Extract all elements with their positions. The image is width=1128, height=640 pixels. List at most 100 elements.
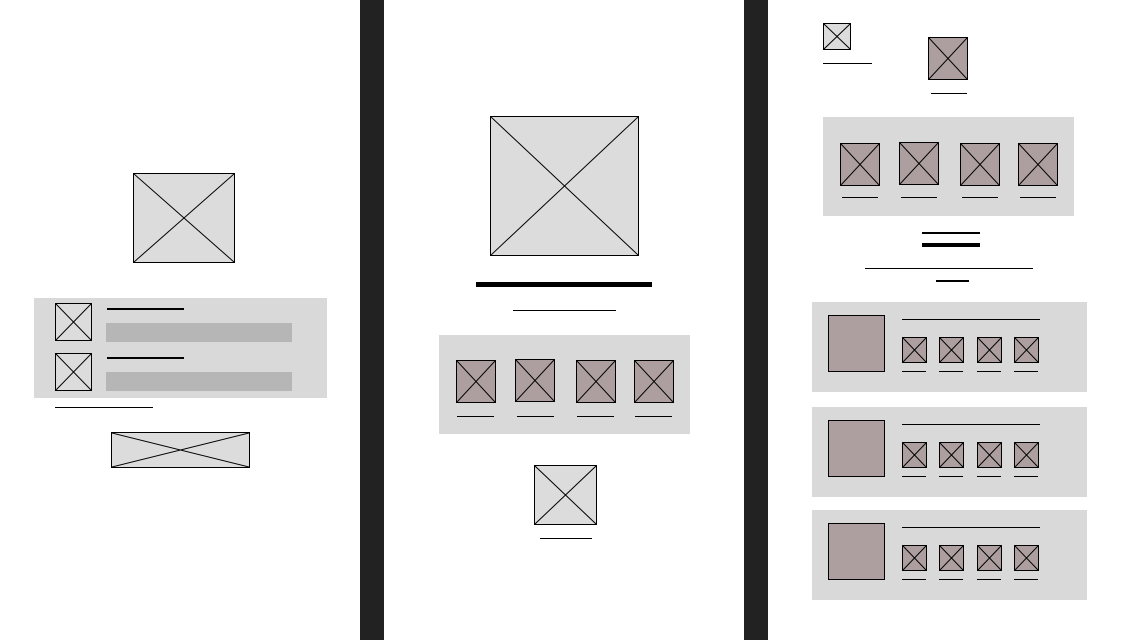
- image-placeholder-icon: [535, 466, 596, 524]
- product-card[interactable]: [812, 510, 1087, 600]
- image-placeholder-icon: [929, 38, 967, 79]
- gallery-caption-line: [842, 197, 878, 198]
- subtitle-line: [513, 310, 616, 311]
- product-title-line: [902, 527, 1040, 528]
- image-placeholder-icon: [940, 443, 963, 467]
- hero-image-placeholder[interactable]: [490, 116, 639, 256]
- list-row-input-field[interactable]: [106, 323, 292, 342]
- product-image: [828, 420, 885, 477]
- image-placeholder-icon: [903, 443, 926, 467]
- product-variant-caption-line: [939, 579, 963, 580]
- gallery-thumbnail[interactable]: [960, 143, 1000, 186]
- product-variant-thumbnail[interactable]: [977, 442, 1002, 468]
- product-card[interactable]: [812, 407, 1087, 497]
- image-placeholder-icon: [457, 361, 495, 402]
- product-variant-thumbnail[interactable]: [902, 442, 927, 468]
- thumbnail-gallery: [439, 335, 690, 434]
- image-placeholder-icon: [900, 143, 938, 184]
- list-row-thumbnail[interactable]: [55, 303, 92, 341]
- product-card[interactable]: [812, 302, 1087, 392]
- gallery-caption-line: [901, 197, 937, 198]
- gallery-thumbnail[interactable]: [1018, 143, 1058, 186]
- small-thumbnail[interactable]: [823, 23, 851, 50]
- image-placeholder-icon: [1015, 443, 1038, 467]
- product-variant-thumbnail[interactable]: [939, 337, 964, 363]
- product-variant-caption-line: [977, 579, 1001, 580]
- product-variant-thumbnail[interactable]: [1014, 545, 1039, 571]
- image-placeholder-icon: [841, 144, 879, 185]
- product-variant-thumbnail[interactable]: [977, 337, 1002, 363]
- banner-image-placeholder[interactable]: [111, 432, 250, 468]
- image-placeholder-icon: [56, 354, 91, 390]
- section-title-line: [922, 232, 980, 234]
- gallery-thumbnail[interactable]: [576, 360, 616, 403]
- product-variant-caption-line: [977, 476, 1001, 477]
- product-variant-caption-line: [977, 371, 1001, 372]
- product-variant-caption-line: [902, 371, 926, 372]
- list-card: [34, 298, 327, 398]
- section-link-line[interactable]: [936, 280, 969, 282]
- gallery-caption-line: [1020, 197, 1056, 198]
- image-placeholder-icon: [940, 546, 963, 570]
- image-placeholder-icon: [1019, 144, 1057, 185]
- product-variant-caption-line: [1014, 371, 1038, 372]
- product-variant-thumbnail[interactable]: [939, 442, 964, 468]
- image-placeholder-icon: [978, 443, 1001, 467]
- gallery-thumbnail[interactable]: [515, 359, 555, 402]
- gallery-caption-line: [457, 416, 494, 417]
- product-variant-thumbnail[interactable]: [939, 545, 964, 571]
- product-variant-thumbnail[interactable]: [902, 545, 927, 571]
- product-image: [828, 523, 885, 580]
- gallery-thumbnail[interactable]: [840, 143, 880, 186]
- image-placeholder-icon: [112, 433, 249, 467]
- panel-divider-right: [744, 0, 768, 640]
- image-placeholder-icon: [903, 546, 926, 570]
- image-placeholder-icon: [824, 24, 850, 49]
- product-variant-thumbnail[interactable]: [1014, 337, 1039, 363]
- product-variant-caption-line: [1014, 476, 1038, 477]
- gallery-thumbnail[interactable]: [456, 360, 496, 403]
- section-title-line-bold: [922, 243, 980, 247]
- image-placeholder-icon: [491, 117, 638, 255]
- product-variant-thumbnail[interactable]: [977, 545, 1002, 571]
- footer-image-placeholder[interactable]: [534, 465, 597, 525]
- list-footer-link-line[interactable]: [55, 407, 153, 408]
- image-placeholder-icon: [516, 360, 554, 401]
- product-variant-caption-line: [939, 476, 963, 477]
- image-placeholder-icon: [134, 174, 234, 262]
- gallery-caption-line: [962, 197, 998, 198]
- gallery-caption-line: [577, 416, 614, 417]
- image-placeholder-icon: [635, 361, 673, 402]
- product-variant-caption-line: [1014, 579, 1038, 580]
- image-placeholder-icon: [940, 338, 963, 362]
- section-subtitle-line: [865, 268, 1033, 269]
- gallery-caption-line: [517, 416, 554, 417]
- avatar-caption-line: [931, 93, 967, 94]
- image-placeholder-icon: [961, 144, 999, 185]
- gallery-caption-line: [635, 416, 672, 417]
- gallery-thumbnail[interactable]: [899, 142, 939, 185]
- image-placeholder-icon: [978, 546, 1001, 570]
- product-variant-caption-line: [902, 579, 926, 580]
- product-title-line: [902, 424, 1040, 425]
- thumbnail-gallery: [823, 117, 1074, 216]
- hero-image-placeholder[interactable]: [133, 173, 235, 263]
- image-placeholder-icon: [1015, 546, 1038, 570]
- product-variant-caption-line: [902, 476, 926, 477]
- gallery-thumbnail[interactable]: [634, 360, 674, 403]
- product-image: [828, 315, 885, 372]
- image-placeholder-icon: [978, 338, 1001, 362]
- footer-caption-line: [540, 538, 592, 539]
- list-row-thumbnail[interactable]: [55, 353, 92, 391]
- list-row-title-line: [107, 357, 184, 359]
- avatar-thumbnail[interactable]: [928, 37, 968, 80]
- image-placeholder-icon: [56, 304, 91, 340]
- list-row-title-line: [107, 308, 184, 310]
- list-row-input-field[interactable]: [106, 372, 292, 391]
- product-variant-thumbnail[interactable]: [902, 337, 927, 363]
- product-title-line: [902, 319, 1040, 320]
- product-variant-caption-line: [939, 371, 963, 372]
- product-variant-thumbnail[interactable]: [1014, 442, 1039, 468]
- image-placeholder-icon: [903, 338, 926, 362]
- small-thumbnail-caption-line: [823, 63, 872, 64]
